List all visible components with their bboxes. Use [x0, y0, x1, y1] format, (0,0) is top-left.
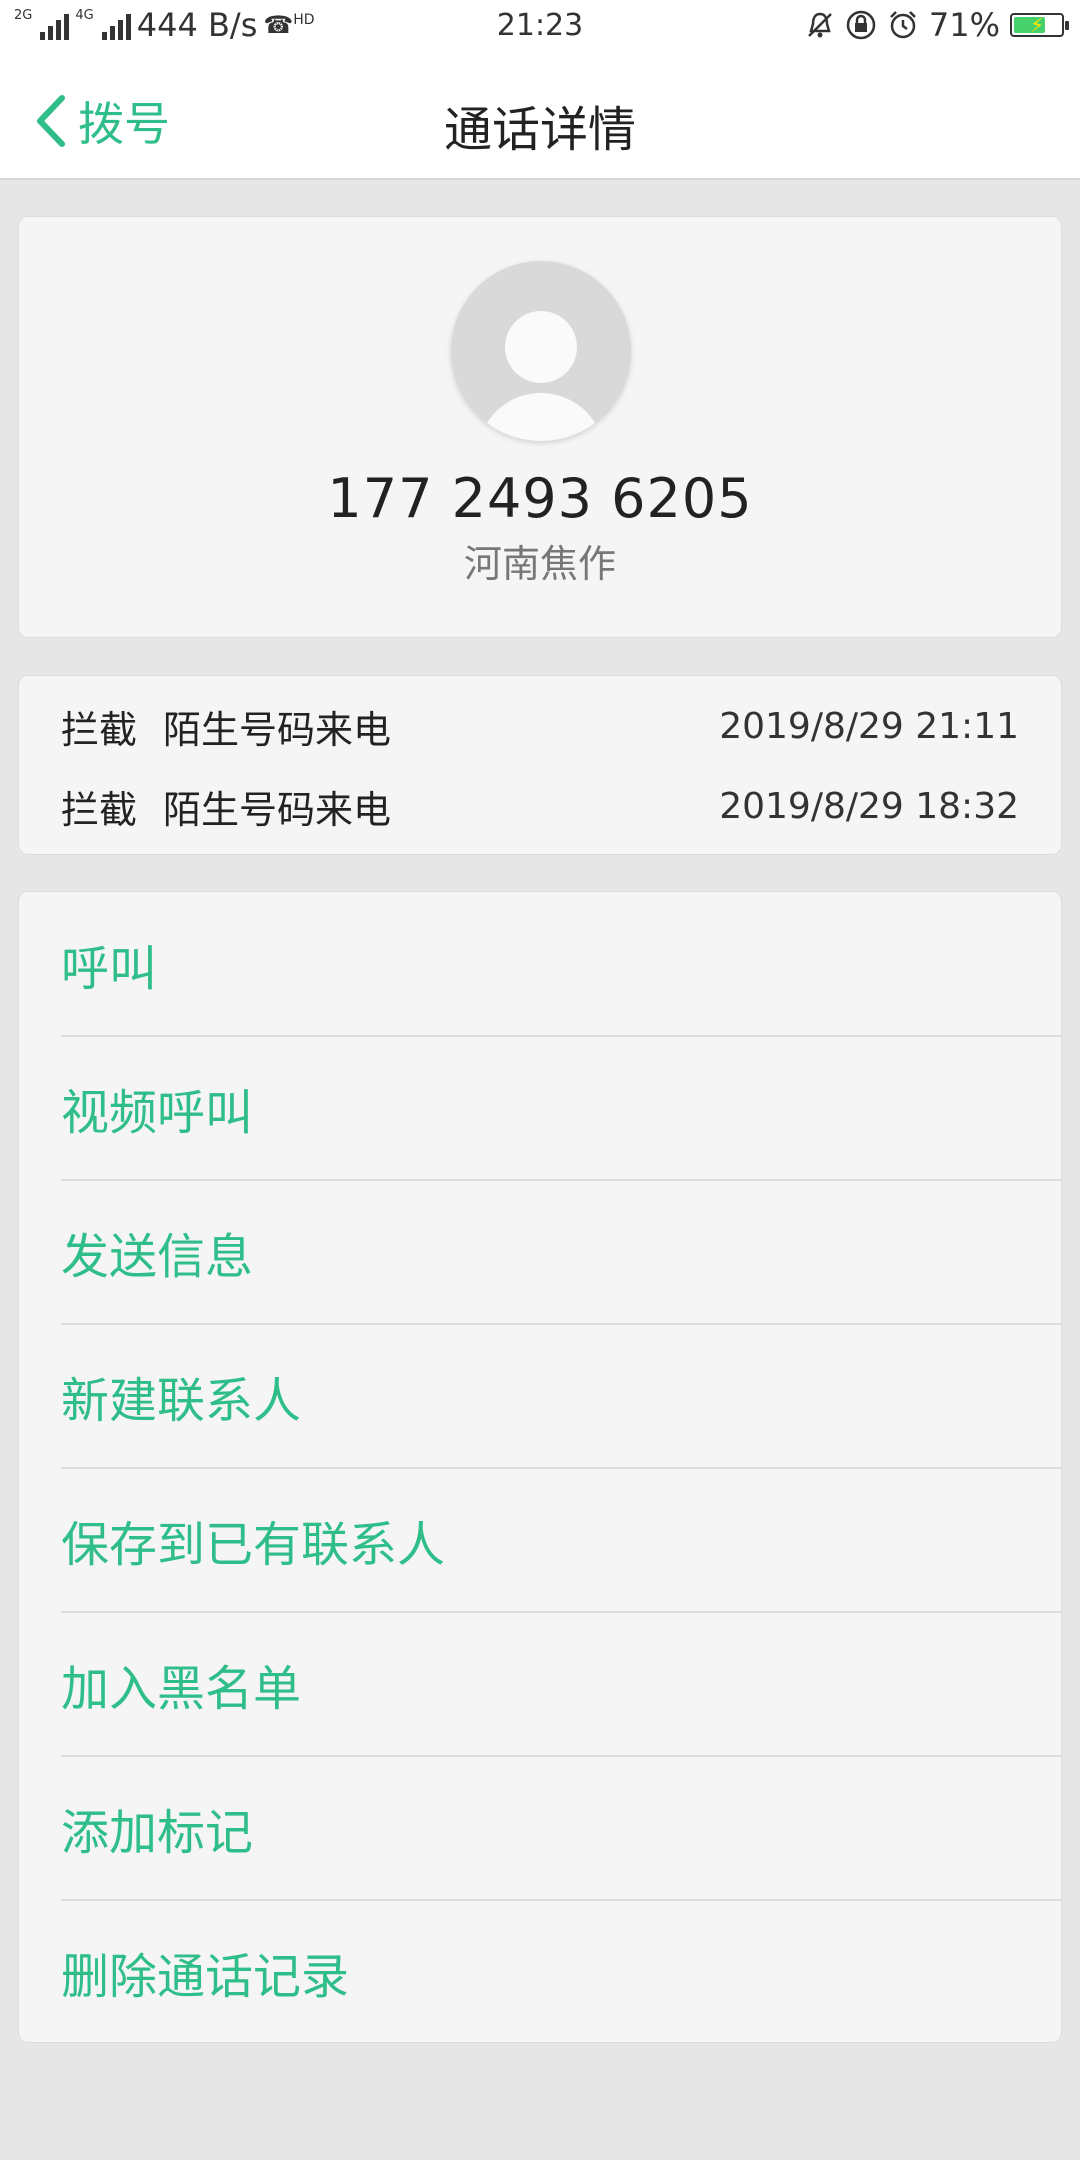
page-title: 通话详情 — [443, 102, 636, 158]
call-log-label: 陌生号码来电 — [163, 787, 392, 832]
call-log-row: 拦截 陌生号码来电 2019/8/29 21:11 — [61, 696, 1019, 756]
phone-location: 河南焦作 — [463, 542, 616, 586]
new-contact-action[interactable]: 新建联系人 — [61, 1324, 1061, 1468]
call-log-type: 拦截 — [61, 707, 138, 752]
contact-card: 177 2493 6205 河南焦作 — [18, 216, 1062, 638]
delete-call-log-action[interactable]: 删除通话记录 — [61, 1900, 1061, 2044]
call-log-card: 拦截 陌生号码来电 2019/8/29 21:11 拦截 陌生号码来电 2019… — [18, 675, 1062, 855]
call-action[interactable]: 呼叫 — [61, 892, 1061, 1036]
avatar-body — [477, 393, 605, 441]
call-log-left: 拦截 陌生号码来电 — [61, 699, 391, 754]
call-log-type: 拦截 — [61, 787, 138, 832]
status-bar: 2G 4G 444 B/s ☎HD 21:23 71% ⚡ — [0, 0, 1080, 54]
call-log-label: 陌生号码来电 — [163, 707, 392, 752]
battery-percent: 71% — [928, 6, 1000, 44]
add-tag-action[interactable]: 添加标记 — [61, 1756, 1061, 1900]
add-to-blacklist-action[interactable]: 加入黑名单 — [61, 1612, 1061, 1756]
call-log-left: 拦截 陌生号码来电 — [61, 779, 391, 834]
battery-charging-icon: ⚡ — [1010, 13, 1069, 37]
add-to-existing-contact-action[interactable]: 保存到已有联系人 — [61, 1468, 1061, 1612]
status-right: 71% ⚡ — [805, 6, 1069, 44]
avatar-head — [505, 311, 577, 383]
phone-number: 177 2493 6205 — [327, 467, 753, 530]
call-log-row: 拦截 陌生号码来电 2019/8/29 18:32 — [61, 776, 1019, 836]
avatar — [451, 261, 631, 441]
alarm-icon — [889, 11, 916, 39]
actions-card: 呼叫 视频呼叫 发送信息 新建联系人 保存到已有联系人 加入黑名单 添加标记 删… — [18, 891, 1062, 2043]
call-log-datetime: 2019/8/29 18:32 — [719, 785, 1019, 827]
title-bar: 拨号 通话详情 — [0, 54, 1080, 180]
send-message-action[interactable]: 发送信息 — [61, 1180, 1061, 1324]
call-log-datetime: 2019/8/29 21:11 — [719, 705, 1019, 747]
lock-rotation-icon — [846, 10, 876, 40]
bell-off-icon — [807, 12, 832, 38]
video-call-action[interactable]: 视频呼叫 — [61, 1036, 1061, 1180]
